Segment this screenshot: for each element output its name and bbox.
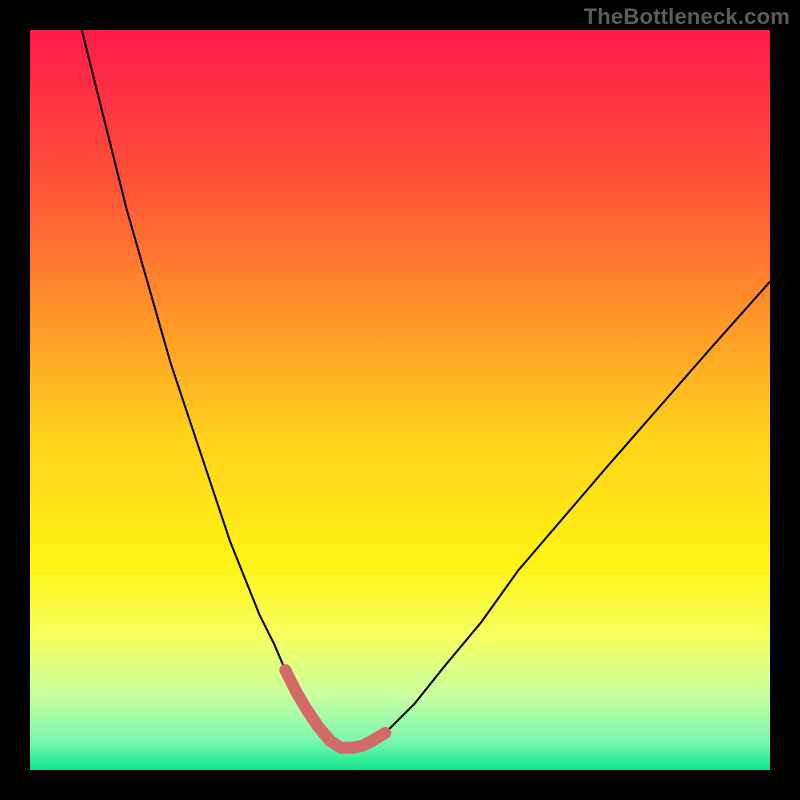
chart-frame: TheBottleneck.com [0, 0, 800, 800]
plot-background [30, 30, 770, 770]
bottleneck-plot [0, 0, 800, 800]
attribution-label: TheBottleneck.com [584, 4, 790, 30]
